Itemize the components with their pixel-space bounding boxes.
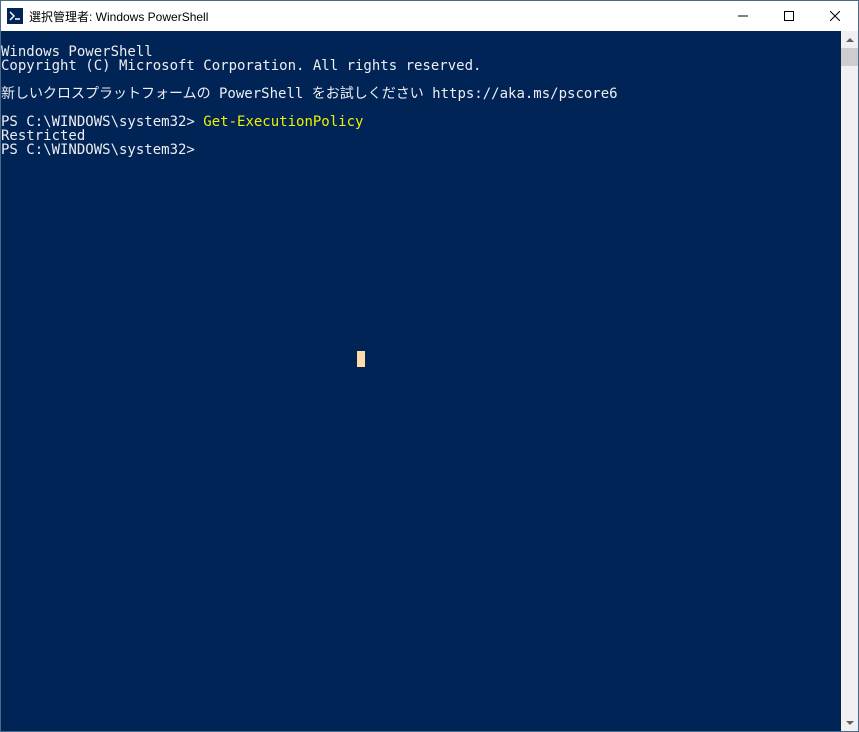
terminal-output[interactable]: Windows PowerShellCopyright (C) Microsof… bbox=[1, 31, 841, 731]
close-icon bbox=[830, 11, 840, 21]
terminal-line: Windows PowerShell bbox=[1, 45, 841, 59]
scroll-track[interactable] bbox=[841, 48, 858, 714]
terminal-line: Copyright (C) Microsoft Corporation. All… bbox=[1, 59, 841, 73]
terminal-line bbox=[1, 101, 841, 115]
maximize-button[interactable] bbox=[766, 1, 812, 31]
maximize-icon bbox=[784, 11, 794, 21]
minimize-icon bbox=[738, 11, 748, 21]
powershell-icon bbox=[7, 8, 23, 24]
window-title: 選択管理者: Windows PowerShell bbox=[29, 8, 208, 25]
powershell-window: 選択管理者: Windows PowerShell Windo bbox=[0, 0, 859, 732]
titlebar[interactable]: 選択管理者: Windows PowerShell bbox=[1, 1, 858, 31]
scroll-up-button[interactable] bbox=[841, 31, 858, 48]
minimize-button[interactable] bbox=[720, 1, 766, 31]
scroll-thumb[interactable] bbox=[841, 48, 858, 66]
command-text: Get-ExecutionPolicy bbox=[203, 114, 363, 130]
terminal-output-line: Restricted bbox=[1, 129, 841, 143]
chevron-up-icon bbox=[846, 35, 854, 44]
terminal-command-line: PS C:\WINDOWS\system32> Get-ExecutionPol… bbox=[1, 115, 841, 129]
chevron-down-icon bbox=[846, 718, 854, 727]
terminal-container: Windows PowerShellCopyright (C) Microsof… bbox=[1, 31, 858, 731]
terminal-prompt-line: PS C:\WINDOWS\system32> bbox=[1, 143, 841, 157]
selection-cursor bbox=[357, 351, 365, 367]
terminal-line: 新しいクロスプラットフォームの PowerShell をお試しください http… bbox=[1, 87, 841, 101]
close-button[interactable] bbox=[812, 1, 858, 31]
titlebar-left: 選択管理者: Windows PowerShell bbox=[1, 8, 208, 25]
terminal-line bbox=[1, 73, 841, 87]
window-controls bbox=[720, 1, 858, 31]
vertical-scrollbar[interactable] bbox=[841, 31, 858, 731]
scroll-down-button[interactable] bbox=[841, 714, 858, 731]
